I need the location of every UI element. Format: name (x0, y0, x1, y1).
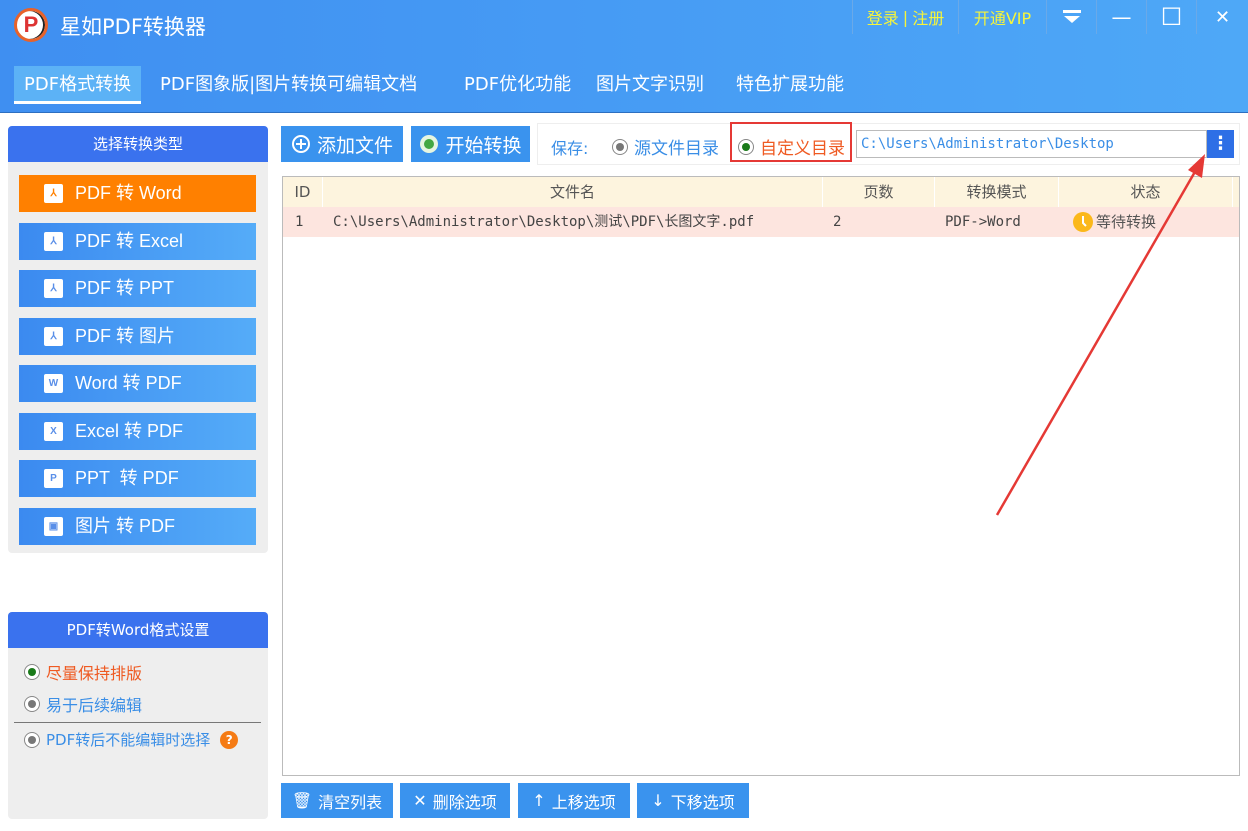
annotation-arrow (995, 154, 1205, 516)
